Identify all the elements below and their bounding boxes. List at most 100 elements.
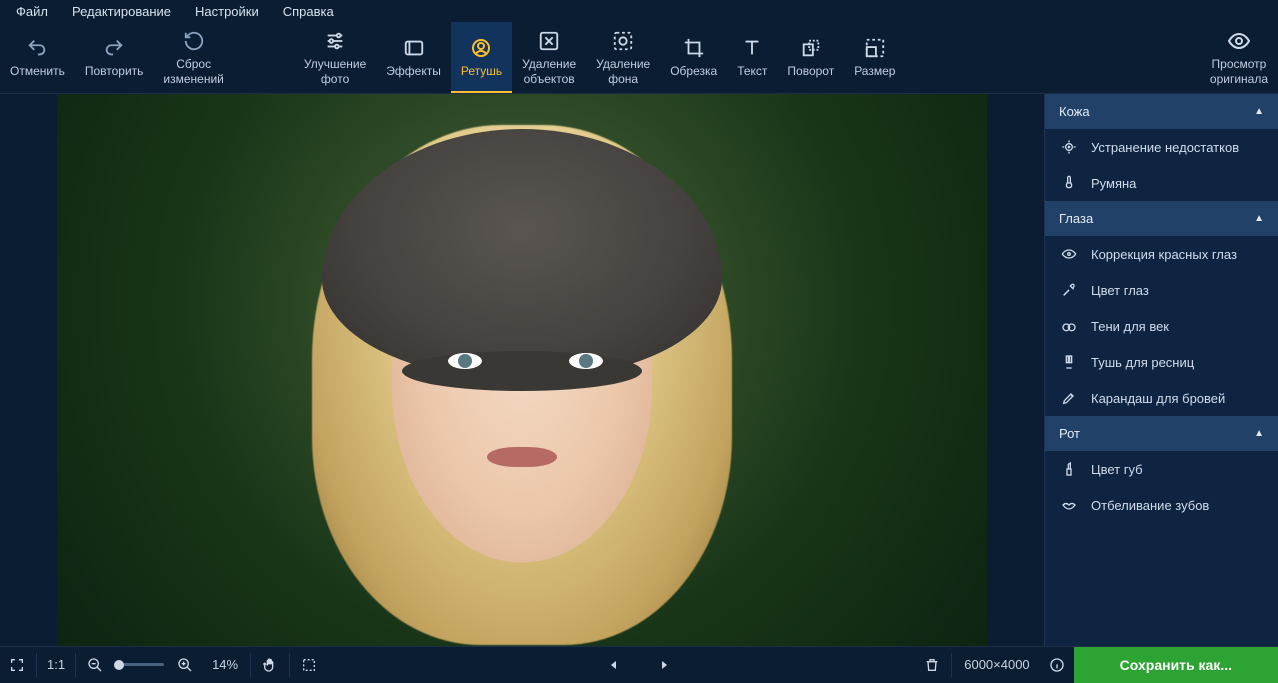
hand-icon: [262, 657, 278, 673]
remove-bg-button[interactable]: Удаление фона: [586, 22, 660, 93]
redo-button[interactable]: Повторить: [75, 22, 154, 93]
enhance-label: Улучшение фото: [304, 57, 366, 86]
delete-button[interactable]: [915, 647, 949, 683]
mascara-icon: [1059, 354, 1079, 370]
reset-button[interactable]: Сброс изменений: [153, 22, 233, 93]
item-browpencil-label: Карандаш для бровей: [1091, 391, 1225, 406]
photo-preview: [57, 94, 987, 646]
item-eyeshadow[interactable]: Тени для век: [1045, 308, 1278, 344]
item-blush-label: Румяна: [1091, 176, 1136, 191]
retouch-panel: Кожа ▲ Устранение недостатков Румяна Гла…: [1044, 94, 1278, 646]
fullscreen-icon: [9, 657, 25, 673]
text-icon: [741, 36, 763, 60]
item-lipcolor-label: Цвет губ: [1091, 462, 1143, 477]
dropper-icon: [1059, 282, 1079, 298]
menu-edit[interactable]: Редактирование: [60, 2, 183, 21]
item-blemish-label: Устранение недостатков: [1091, 140, 1239, 155]
eye-icon: [1227, 29, 1251, 53]
zoom-in-icon: [177, 657, 193, 673]
item-redeye-label: Коррекция красных глаз: [1091, 247, 1237, 262]
effects-icon: [403, 36, 425, 60]
crop-button[interactable]: Обрезка: [660, 22, 727, 93]
zoom-in-button[interactable]: [168, 647, 202, 683]
crop-label: Обрезка: [670, 64, 717, 78]
item-browpencil[interactable]: Карандаш для бровей: [1045, 380, 1278, 416]
undo-icon: [26, 36, 48, 60]
remove-objects-label: Удаление объектов: [522, 57, 576, 86]
item-blemish-removal[interactable]: Устранение недостатков: [1045, 129, 1278, 165]
item-mascara-label: Тушь для ресниц: [1091, 355, 1194, 370]
zoom-out-icon: [87, 657, 103, 673]
toolbar: Отменить Повторить Сброс изменений Улучш…: [0, 22, 1278, 94]
resize-icon: [864, 36, 886, 60]
item-whitening[interactable]: Отбеливание зубов: [1045, 487, 1278, 523]
fullscreen-button[interactable]: [0, 647, 34, 683]
chevron-up-icon: ▲: [1254, 213, 1264, 224]
item-blush[interactable]: Румяна: [1045, 165, 1278, 201]
next-button[interactable]: [647, 647, 681, 683]
palette-icon: [1059, 318, 1079, 334]
effects-button[interactable]: Эффекты: [376, 22, 451, 93]
sliders-icon: [324, 29, 346, 53]
triangle-left-icon: [608, 659, 620, 671]
remove-bg-label: Удаление фона: [596, 57, 650, 86]
zoom-1to1-button[interactable]: 1:1: [39, 647, 73, 683]
zoom-slider[interactable]: [116, 663, 164, 666]
retouch-button[interactable]: Ретушь: [451, 22, 512, 93]
nav-controls: [597, 647, 681, 683]
save-as-button[interactable]: Сохранить как...: [1074, 647, 1278, 683]
item-eyecolor-label: Цвет глаз: [1091, 283, 1149, 298]
remove-bg-icon: [612, 29, 634, 53]
section-eyes-label: Глаза: [1059, 211, 1093, 226]
image-dimensions: 6000×4000: [954, 657, 1039, 672]
chevron-up-icon: ▲: [1254, 428, 1264, 439]
crop-icon: [683, 36, 705, 60]
brush-icon: [1059, 175, 1079, 191]
remove-objects-icon: [538, 29, 560, 53]
canvas[interactable]: [0, 94, 1044, 646]
item-eyecolor[interactable]: Цвет глаз: [1045, 272, 1278, 308]
view-original-button[interactable]: Просмотр оригинала: [1200, 22, 1278, 93]
menu-help[interactable]: Справка: [271, 2, 346, 21]
item-lipcolor[interactable]: Цвет губ: [1045, 451, 1278, 487]
redo-icon: [103, 36, 125, 60]
item-eyeshadow-label: Тени для век: [1091, 319, 1169, 334]
menu-file[interactable]: Файл: [4, 2, 60, 21]
enhance-button[interactable]: Улучшение фото: [294, 22, 376, 93]
reset-icon: [183, 29, 205, 53]
zoom-out-button[interactable]: [78, 647, 112, 683]
text-label: Текст: [737, 64, 767, 78]
target-icon: [1059, 139, 1079, 155]
section-mouth-label: Рот: [1059, 426, 1080, 441]
item-redeye[interactable]: Коррекция красных глаз: [1045, 236, 1278, 272]
rotate-button[interactable]: Поворот: [777, 22, 844, 93]
section-skin[interactable]: Кожа ▲: [1045, 94, 1278, 129]
section-skin-label: Кожа: [1059, 104, 1090, 119]
item-mascara[interactable]: Тушь для ресниц: [1045, 344, 1278, 380]
remove-objects-button[interactable]: Удаление объектов: [512, 22, 586, 93]
triangle-right-icon: [658, 659, 670, 671]
item-whitening-label: Отбеливание зубов: [1091, 498, 1209, 513]
resize-label: Размер: [854, 64, 895, 78]
section-eyes[interactable]: Глаза ▲: [1045, 201, 1278, 236]
resize-button[interactable]: Размер: [844, 22, 905, 93]
undo-label: Отменить: [10, 64, 65, 78]
text-button[interactable]: Текст: [727, 22, 777, 93]
info-icon: [1049, 657, 1065, 673]
menubar: Файл Редактирование Настройки Справка: [0, 0, 1278, 22]
menu-settings[interactable]: Настройки: [183, 2, 271, 21]
main-area: Кожа ▲ Устранение недостатков Румяна Гла…: [0, 94, 1278, 646]
rotate-icon: [800, 36, 822, 60]
prev-button[interactable]: [597, 647, 631, 683]
pencil-icon: [1059, 390, 1079, 406]
lips-icon: [1059, 497, 1079, 513]
rotate-label: Поворот: [787, 64, 834, 78]
chevron-up-icon: ▲: [1254, 106, 1264, 117]
hand-tool-button[interactable]: [253, 647, 287, 683]
undo-button[interactable]: Отменить: [0, 22, 75, 93]
selection-tool-button[interactable]: [292, 647, 326, 683]
info-button[interactable]: [1040, 647, 1074, 683]
retouch-label: Ретушь: [461, 64, 502, 78]
bottom-bar: 1:1 14% 6000×4000 Сохранить как...: [0, 646, 1278, 682]
section-mouth[interactable]: Рот ▲: [1045, 416, 1278, 451]
